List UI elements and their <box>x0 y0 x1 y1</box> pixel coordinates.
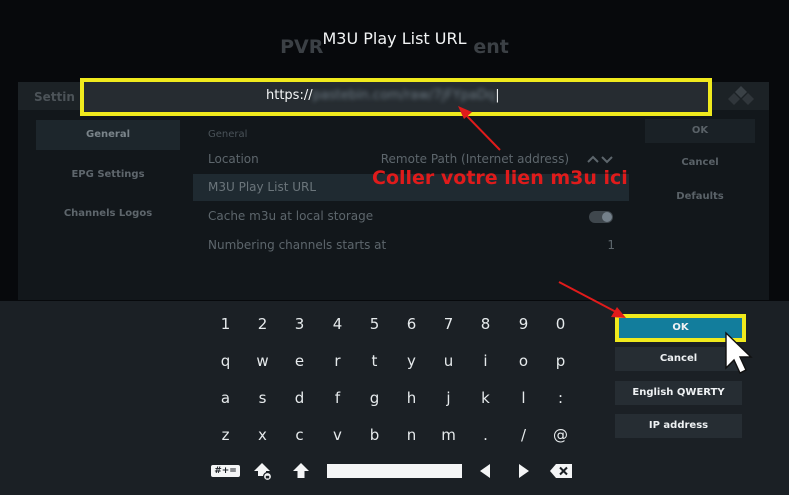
key[interactable]: w <box>244 346 281 376</box>
arrow-right-icon <box>518 464 529 478</box>
key[interactable]: u <box>430 346 467 376</box>
key[interactable]: @ <box>542 420 579 450</box>
cancel-button[interactable]: Cancel <box>615 347 742 371</box>
key[interactable]: j <box>430 383 467 413</box>
key[interactable]: c <box>281 420 318 450</box>
symbols-key[interactable]: #+= <box>207 456 244 486</box>
setting-value: Remote Path (Internet address) <box>380 152 569 166</box>
background-header-label: Settin <box>34 90 75 104</box>
cursor-right-key[interactable] <box>505 456 542 486</box>
key[interactable]: v <box>319 420 356 450</box>
key[interactable]: k <box>467 383 504 413</box>
setting-row-cache[interactable]: Cache m3u at local storage <box>193 203 629 230</box>
key[interactable]: a <box>207 383 244 413</box>
chevron-up-down-icon <box>587 155 613 164</box>
key[interactable]: b <box>356 420 393 450</box>
key[interactable]: q <box>207 346 244 376</box>
caps-lock-icon <box>253 463 272 481</box>
key[interactable]: : <box>542 383 579 413</box>
key[interactable]: 2 <box>244 309 281 339</box>
kodi-logo-icon <box>728 86 754 105</box>
key[interactable]: x <box>244 420 281 450</box>
tab-epg-settings[interactable]: EPG Settings <box>36 160 180 190</box>
key[interactable]: o <box>505 346 542 376</box>
key[interactable]: 0 <box>542 309 579 339</box>
key[interactable]: g <box>356 383 393 413</box>
key[interactable]: d <box>281 383 318 413</box>
annotation-paste-link: Coller votre lien m3u ici <box>372 167 628 189</box>
dialog-title: M3U Play List URL <box>322 29 467 48</box>
backspace-icon <box>549 464 572 478</box>
key[interactable]: l <box>505 383 542 413</box>
key[interactable]: . <box>467 420 504 450</box>
key[interactable]: 4 <box>319 309 356 339</box>
ok-button[interactable]: OK <box>615 314 746 342</box>
key[interactable]: y <box>393 346 430 376</box>
key[interactable]: p <box>542 346 579 376</box>
tab-channels-logos[interactable]: Channels Logos <box>36 199 180 229</box>
key[interactable]: 5 <box>356 309 393 339</box>
symbols-label: #+= <box>211 465 240 477</box>
cache-toggle[interactable] <box>589 211 613 223</box>
setting-value: 1 <box>607 238 615 252</box>
ip-address-button[interactable]: IP address <box>615 414 742 438</box>
key[interactable]: r <box>319 346 356 376</box>
setting-row-numbering[interactable]: Numbering channels starts at 1 <box>193 232 629 259</box>
caps-lock-key[interactable] <box>244 456 281 486</box>
key[interactable]: f <box>319 383 356 413</box>
url-input-text: https://pastebin.com/raw/7jFYpaDq| <box>266 88 500 103</box>
key[interactable]: 8 <box>467 309 504 339</box>
key[interactable]: i <box>467 346 504 376</box>
key[interactable]: m <box>430 420 467 450</box>
shift-icon <box>292 463 309 478</box>
key[interactable]: 1 <box>207 309 244 339</box>
key[interactable]: 3 <box>281 309 318 339</box>
background-cancel-button[interactable]: Cancel <box>645 157 755 168</box>
cursor-left-key[interactable] <box>466 456 503 486</box>
key[interactable]: 6 <box>393 309 430 339</box>
key[interactable]: / <box>505 420 542 450</box>
background-ok-button[interactable]: OK <box>645 119 755 143</box>
setting-label: Numbering channels starts at <box>208 238 387 252</box>
setting-label: Location <box>208 152 259 166</box>
key[interactable]: e <box>281 346 318 376</box>
arrow-left-icon <box>479 464 490 478</box>
keyboard-layout-button[interactable]: English QWERTY <box>615 381 742 405</box>
key[interactable]: h <box>393 383 430 413</box>
background-defaults-button[interactable]: Defaults <box>645 191 755 202</box>
shift-key[interactable] <box>282 456 319 486</box>
key[interactable]: s <box>244 383 281 413</box>
tab-general[interactable]: General <box>36 120 180 150</box>
backspace-key[interactable] <box>542 456 579 486</box>
setting-label: Cache m3u at local storage <box>208 209 374 223</box>
space-key[interactable] <box>327 464 462 478</box>
key[interactable]: 9 <box>505 309 542 339</box>
key[interactable]: t <box>356 346 393 376</box>
key[interactable]: 7 <box>430 309 467 339</box>
settings-group-label: General <box>208 129 248 140</box>
setting-label: M3U Play List URL <box>208 180 317 194</box>
key[interactable]: n <box>393 420 430 450</box>
key[interactable]: z <box>207 420 244 450</box>
url-input[interactable]: https://pastebin.com/raw/7jFYpaDq| <box>80 78 712 116</box>
